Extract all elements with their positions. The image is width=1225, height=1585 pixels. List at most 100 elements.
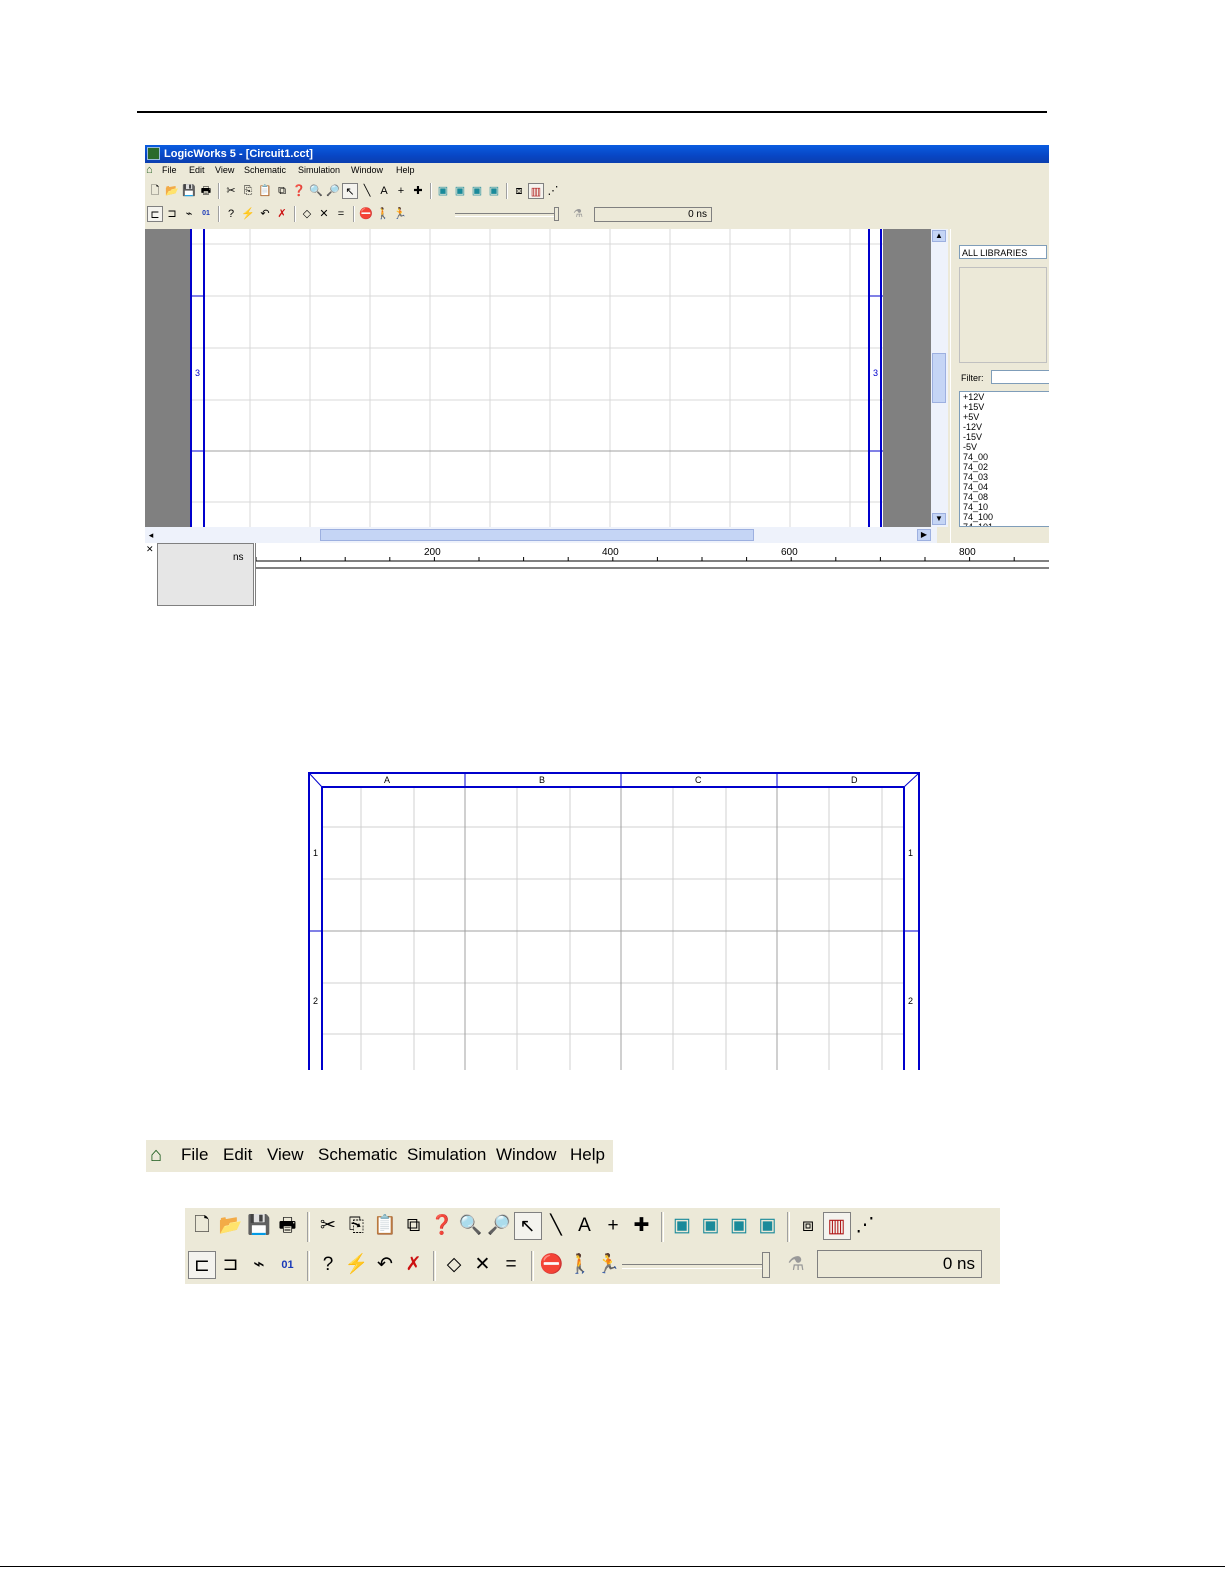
network-icon[interactable]: ⋰ bbox=[545, 183, 561, 199]
horizontal-scrollbar[interactable]: ◂ ▶ bbox=[145, 527, 937, 543]
image-2-icon[interactable]: ▣ bbox=[452, 183, 468, 199]
parts-list[interactable]: +12V +15V +5V -12V -15V -5V 74_00 74_02 74_03 74_… bbox=[959, 391, 1049, 527]
print-icon[interactable]: 🖶 bbox=[198, 183, 214, 199]
query-icon[interactable]: ? bbox=[223, 206, 239, 222]
wire-icon[interactable]: ╲ bbox=[542, 1212, 570, 1240]
part-list-item[interactable]: +5V bbox=[963, 412, 1049, 422]
step-icon[interactable]: ⚗ bbox=[570, 206, 586, 222]
vertical-scroll-thumb[interactable] bbox=[932, 353, 946, 403]
x-icon[interactable]: ✕ bbox=[469, 1251, 497, 1279]
library-select[interactable]: ALL LIBRARIES bbox=[959, 245, 1047, 259]
speed-slider-thumb[interactable] bbox=[554, 207, 559, 221]
menu-file[interactable]: File bbox=[162, 163, 177, 178]
menu-edit[interactable]: Edit bbox=[189, 163, 205, 178]
cut-icon[interactable]: ✂ bbox=[223, 183, 239, 199]
help-icon[interactable]: ❓ bbox=[428, 1212, 456, 1240]
parts-palette-icon[interactable]: ▥ bbox=[822, 1212, 851, 1240]
zoom-icon[interactable]: 🔍 bbox=[308, 183, 324, 199]
menu-view[interactable]: View bbox=[215, 163, 234, 178]
cut-icon[interactable]: ✂ bbox=[314, 1212, 342, 1240]
part-list-item[interactable]: 74_10 bbox=[963, 502, 1049, 512]
menu-simulation[interactable]: Simulation bbox=[407, 1140, 486, 1170]
schematic-sheet[interactable]: 3 3 bbox=[190, 229, 883, 527]
equals-icon[interactable]: = bbox=[333, 206, 349, 222]
open-icon[interactable]: 📂 bbox=[217, 1212, 245, 1240]
menu-help[interactable]: Help bbox=[570, 1140, 605, 1170]
menu-help[interactable]: Help bbox=[396, 163, 415, 178]
diamond-icon[interactable]: ◇ bbox=[299, 206, 315, 222]
clock-icon[interactable]: ⌁ bbox=[181, 206, 197, 222]
pointer-icon[interactable]: ↖ bbox=[342, 183, 358, 199]
timing-close-button[interactable]: ✕ bbox=[146, 545, 155, 554]
scroll-right-button[interactable]: ▶ bbox=[917, 529, 931, 541]
text-icon[interactable]: A bbox=[571, 1212, 599, 1240]
menu-window[interactable]: Window bbox=[351, 163, 383, 178]
undo-icon[interactable]: ↶ bbox=[257, 206, 273, 222]
open-icon[interactable]: 📂 bbox=[164, 183, 180, 199]
binary-icon[interactable]: 01 bbox=[198, 206, 214, 222]
part-list-item[interactable]: -12V bbox=[963, 422, 1049, 432]
image-3-icon[interactable]: ▣ bbox=[469, 183, 485, 199]
image-4-icon[interactable]: ▣ bbox=[486, 183, 502, 199]
save-icon[interactable]: 💾 bbox=[181, 183, 197, 199]
pointer-icon[interactable]: ↖ bbox=[513, 1212, 542, 1240]
part-list-item[interactable]: -5V bbox=[963, 442, 1049, 452]
delete-icon[interactable]: ✗ bbox=[274, 206, 290, 222]
title-bar[interactable]: LogicWorks 5 - [Circuit1.cct] bbox=[145, 145, 1049, 163]
menu-window[interactable]: Window bbox=[496, 1140, 556, 1170]
zap-icon[interactable]: ✚ bbox=[628, 1212, 656, 1240]
menu-schematic[interactable]: Schematic bbox=[318, 1140, 397, 1170]
copy-icon[interactable]: ⎘ bbox=[343, 1212, 371, 1240]
copy-icon[interactable]: ⎘ bbox=[240, 183, 256, 199]
filter-input[interactable] bbox=[991, 370, 1049, 384]
new-icon[interactable]: 🗋 bbox=[188, 1212, 216, 1240]
lightning-icon[interactable]: ⚡ bbox=[240, 206, 256, 222]
zoom-icon[interactable]: 🔍 bbox=[457, 1212, 485, 1240]
image-1-icon[interactable]: ▣ bbox=[435, 183, 451, 199]
image-4-icon[interactable]: ▣ bbox=[754, 1212, 782, 1240]
paste-icon[interactable]: 📋 bbox=[257, 183, 273, 199]
text-icon[interactable]: A bbox=[376, 183, 392, 199]
app-icon[interactable] bbox=[147, 147, 160, 160]
duplicate-icon[interactable]: ⧉ bbox=[274, 183, 290, 199]
paste-icon[interactable]: 📋 bbox=[371, 1212, 399, 1240]
step-icon[interactable]: ⚗ bbox=[782, 1251, 810, 1279]
part-list-item[interactable]: +15V bbox=[963, 402, 1049, 412]
stop-icon[interactable]: ⛔ bbox=[538, 1251, 566, 1279]
part-list-item[interactable]: +12V bbox=[963, 392, 1049, 402]
probe-icon[interactable]: ⊐ bbox=[164, 206, 180, 222]
part-list-item[interactable]: 74_101 bbox=[963, 522, 1049, 526]
image-2-icon[interactable]: ▣ bbox=[697, 1212, 725, 1240]
horizontal-scroll-thumb[interactable] bbox=[320, 529, 754, 541]
save-icon[interactable]: 💾 bbox=[245, 1212, 273, 1240]
part-list-item[interactable]: 74_04 bbox=[963, 482, 1049, 492]
timing-icon[interactable]: ⊏ bbox=[188, 1251, 216, 1279]
duplicate-icon[interactable]: ⧉ bbox=[400, 1212, 428, 1240]
speed-slider[interactable] bbox=[455, 213, 555, 217]
lightning-icon[interactable]: ⚡ bbox=[343, 1251, 371, 1279]
zoom-to-fit-icon[interactable]: 🔎 bbox=[325, 183, 341, 199]
image-1-icon[interactable]: ▣ bbox=[668, 1212, 696, 1240]
run-icon[interactable]: 🏃 bbox=[595, 1251, 623, 1279]
walk-icon[interactable]: 🚶 bbox=[566, 1251, 594, 1279]
part-list-item[interactable]: 74_03 bbox=[963, 472, 1049, 482]
speed-slider-thumb[interactable] bbox=[762, 1252, 770, 1278]
device-icon[interactable]: ⧈ bbox=[794, 1212, 822, 1240]
document-menu-icon[interactable]: ⌂ bbox=[146, 164, 158, 177]
delete-icon[interactable]: ✗ bbox=[400, 1251, 428, 1279]
parts-palette-icon[interactable]: ▥ bbox=[528, 183, 544, 199]
x-icon[interactable]: ✕ bbox=[316, 206, 332, 222]
menu-file[interactable]: File bbox=[181, 1140, 208, 1170]
timing-icon[interactable]: ⊏ bbox=[147, 206, 163, 222]
scroll-up-button[interactable]: ▲ bbox=[932, 230, 946, 242]
diamond-icon[interactable]: ◇ bbox=[440, 1251, 468, 1279]
menu-view[interactable]: View bbox=[267, 1140, 304, 1170]
undo-icon[interactable]: ↶ bbox=[371, 1251, 399, 1279]
part-list-item[interactable]: 74_100 bbox=[963, 512, 1049, 522]
query-icon[interactable]: ? bbox=[314, 1251, 342, 1279]
menu-schematic[interactable]: Schematic bbox=[244, 163, 286, 178]
equals-icon[interactable]: = bbox=[497, 1251, 525, 1279]
new-icon[interactable]: 🗋 bbox=[147, 183, 163, 199]
schematic-canvas[interactable]: 3 3 bbox=[145, 229, 937, 527]
image-3-icon[interactable]: ▣ bbox=[725, 1212, 753, 1240]
